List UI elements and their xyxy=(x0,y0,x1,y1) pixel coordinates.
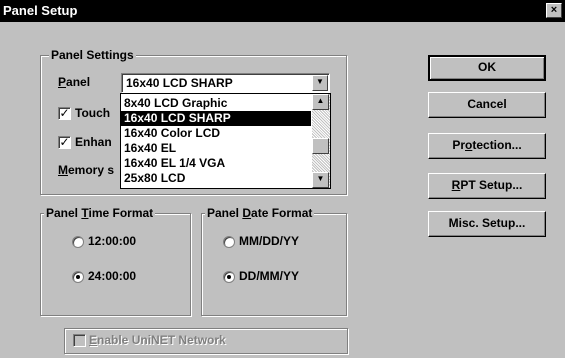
radio-dot xyxy=(76,275,80,279)
time-format-group: Panel Time Format xyxy=(40,206,191,316)
uninet-checkbox xyxy=(73,334,86,347)
ok-button[interactable]: OK xyxy=(428,55,546,81)
time-24h-radio[interactable] xyxy=(72,271,84,283)
scroll-up-icon[interactable]: ▲ xyxy=(312,94,329,110)
enhanced-checkbox[interactable]: ✓ xyxy=(58,136,71,149)
date-mmddyy-label: MM/DD/YY xyxy=(239,234,299,248)
dropdown-scrollbar[interactable]: ▲ ▼ xyxy=(312,94,330,188)
title-bar: Panel Setup × xyxy=(0,0,565,22)
time-12h-label: 12:00:00 xyxy=(88,234,137,248)
memory-label: Memory s xyxy=(58,163,115,177)
time-format-legend: Panel Time Format xyxy=(44,206,156,220)
dropdown-option-selected[interactable]: 16x40 LCD SHARP xyxy=(121,111,311,126)
time-24h-label: 24:00:00 xyxy=(88,269,137,283)
date-ddmmyy-radio[interactable] xyxy=(223,271,235,283)
misc-setup-button[interactable]: Misc. Setup... xyxy=(428,211,546,237)
panel-dropdown-list[interactable]: 8x40 LCD Graphic 16x40 LCD SHARP 16x40 C… xyxy=(120,93,331,189)
time-12h-radio[interactable] xyxy=(72,236,84,248)
cancel-button[interactable]: Cancel xyxy=(428,92,546,118)
date-mmddyy-radio[interactable] xyxy=(223,236,235,248)
panel-label: Panel xyxy=(58,75,91,89)
panel-settings-legend: Panel Settings xyxy=(49,48,136,62)
rpt-setup-button[interactable]: RPT Setup... xyxy=(428,173,546,199)
panel-combobox[interactable]: 16x40 LCD SHARP ▼ xyxy=(121,73,330,93)
chevron-down-icon[interactable]: ▼ xyxy=(312,75,328,91)
radio-dot xyxy=(227,275,231,279)
date-format-legend: Panel Date Format xyxy=(205,206,315,220)
scroll-down-icon[interactable]: ▼ xyxy=(312,172,329,188)
uninet-label: Enable UniNET Network xyxy=(89,333,226,347)
protection-button[interactable]: Protection... xyxy=(428,133,546,159)
scroll-thumb[interactable] xyxy=(312,138,329,154)
touch-label: Touch xyxy=(75,106,111,120)
dropdown-option[interactable]: 16x40 EL 1/4 VGA xyxy=(121,156,311,171)
date-ddmmyy-label: DD/MM/YY xyxy=(239,269,299,283)
window-title: Panel Setup xyxy=(3,3,78,18)
dropdown-option[interactable]: 16x40 Color LCD xyxy=(121,126,311,141)
date-format-group: Panel Date Format xyxy=(201,206,347,316)
dropdown-option[interactable]: 16x40 EL xyxy=(121,141,311,156)
close-icon[interactable]: × xyxy=(546,3,562,18)
dropdown-option[interactable]: 25x80 LCD xyxy=(121,171,311,186)
enhanced-label: Enhan xyxy=(75,135,112,149)
panel-combobox-value: 16x40 LCD SHARP xyxy=(126,76,233,90)
dropdown-option[interactable]: 8x40 LCD Graphic xyxy=(121,96,311,111)
touch-checkbox[interactable]: ✓ xyxy=(58,107,71,120)
